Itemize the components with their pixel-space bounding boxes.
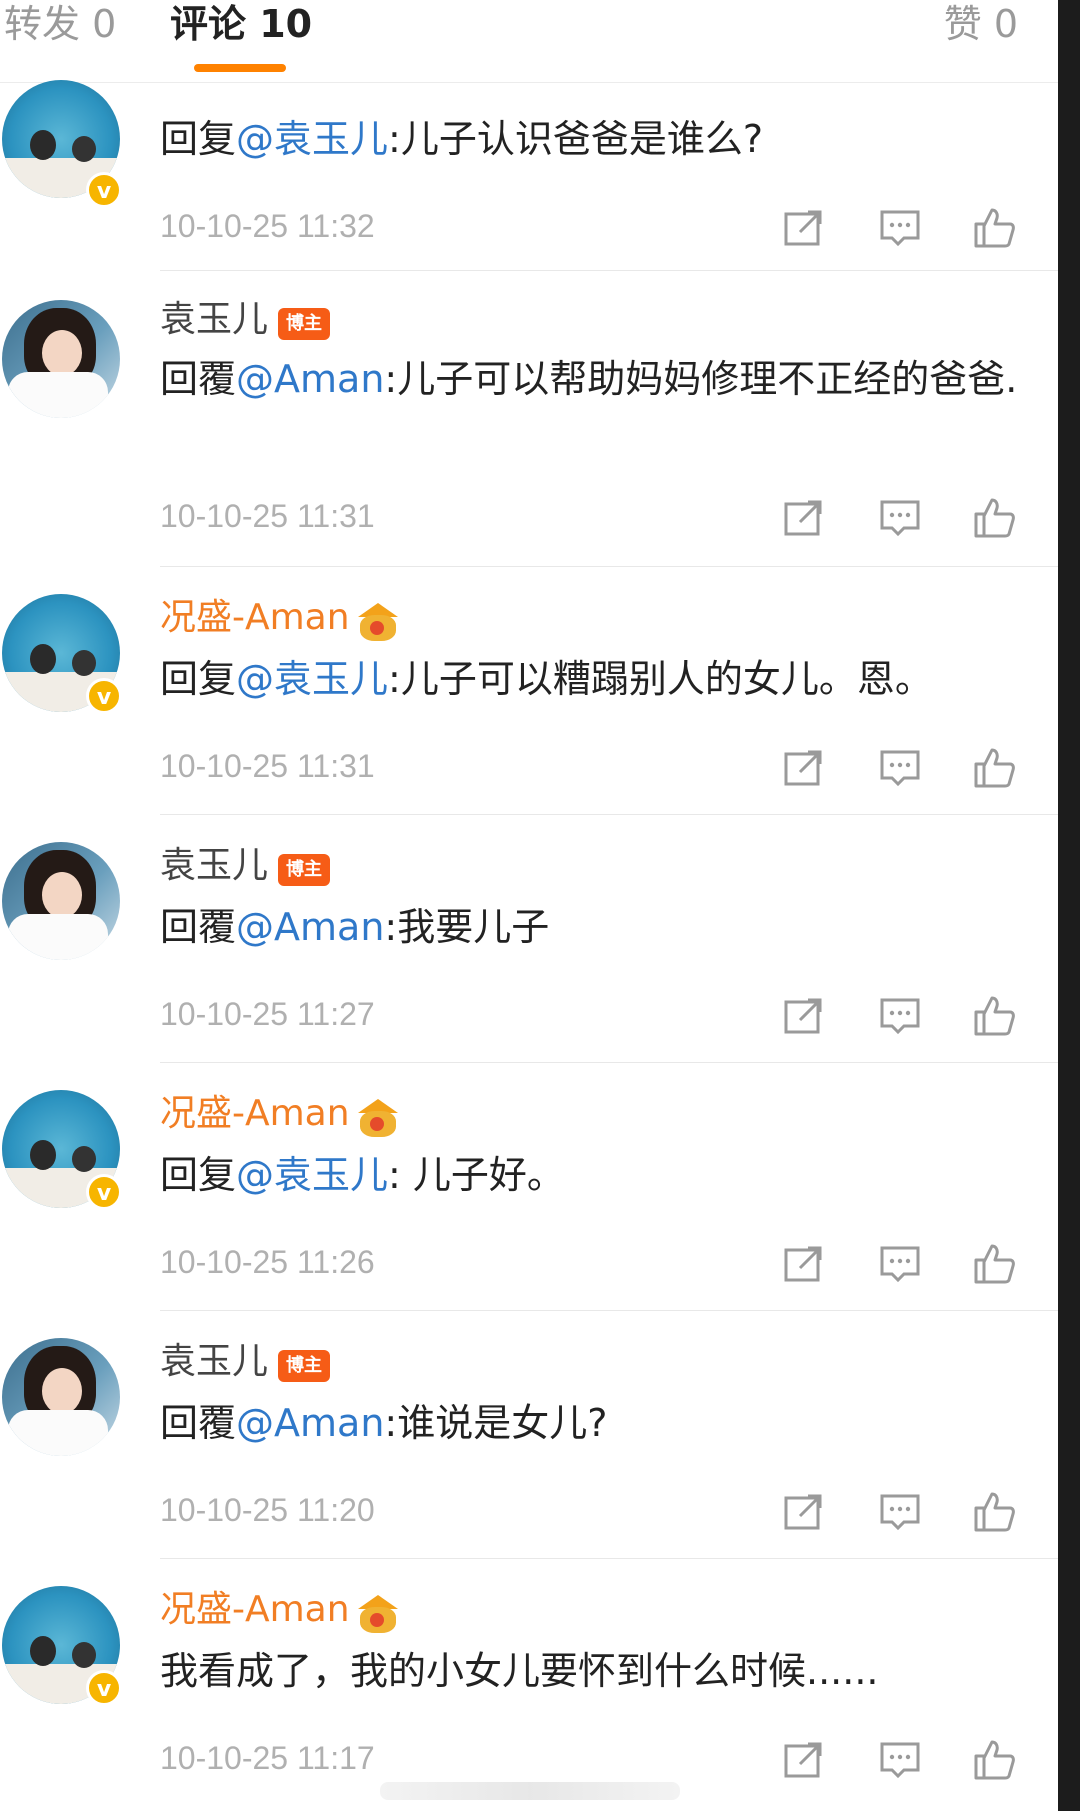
thumbs-up-icon[interactable] bbox=[972, 496, 1016, 540]
comment-author: 袁玉儿 博主 bbox=[160, 842, 331, 890]
share-icon[interactable] bbox=[782, 994, 826, 1038]
comment-author: 袁玉儿 博主 bbox=[160, 296, 331, 344]
username[interactable]: 袁玉儿 bbox=[160, 1341, 268, 1382]
timestamp: 10-10-25 11:17 bbox=[160, 1740, 375, 1776]
comment-meta: 10-10-25 11:26 bbox=[160, 1242, 1040, 1284]
avatar[interactable] bbox=[2, 300, 120, 418]
comment-text: 回覆@Aman:我要儿子 bbox=[160, 896, 1040, 958]
comment-body: :儿子认识爸爸是谁么? bbox=[388, 117, 764, 161]
mention-link[interactable]: @Aman bbox=[236, 905, 384, 949]
timestamp: 10-10-25 11:32 bbox=[160, 208, 375, 244]
share-icon[interactable] bbox=[782, 1490, 826, 1534]
crown-icon bbox=[357, 1098, 398, 1137]
comment-author: 况盛-Aman bbox=[160, 1586, 398, 1634]
thumbs-up-icon[interactable] bbox=[972, 1738, 1016, 1782]
comment-icon[interactable] bbox=[878, 1738, 922, 1782]
share-icon[interactable] bbox=[782, 1242, 826, 1286]
comment-icon[interactable] bbox=[878, 994, 922, 1038]
thumbs-up-icon[interactable] bbox=[972, 1242, 1016, 1286]
mention-link[interactable]: @袁玉儿 bbox=[236, 117, 388, 161]
divider bbox=[160, 814, 1058, 815]
thumbs-up-icon[interactable] bbox=[972, 1490, 1016, 1534]
username[interactable]: 况盛-Aman bbox=[160, 1589, 350, 1630]
username[interactable]: 况盛-Aman bbox=[160, 1093, 350, 1134]
timestamp: 10-10-25 11:31 bbox=[160, 748, 375, 784]
comment-body: : 儿子好。 bbox=[388, 1153, 565, 1197]
host-badge: 博主 bbox=[278, 853, 331, 886]
username[interactable]: 袁玉儿 bbox=[160, 299, 268, 340]
comment-icon[interactable] bbox=[878, 1490, 922, 1534]
comment-text: 回复@袁玉儿:儿子可以糟蹋别人的女儿。恩。 bbox=[160, 648, 1040, 710]
divider bbox=[160, 566, 1058, 567]
comment-text: 回覆@Aman:谁说是女儿? bbox=[160, 1392, 1040, 1454]
tab-comments[interactable]: 评论 10 bbox=[170, 0, 312, 48]
comment-icon[interactable] bbox=[878, 746, 922, 790]
comment-author: 况盛-Aman bbox=[160, 1090, 398, 1138]
comment-author: 袁玉儿 博主 bbox=[160, 1338, 331, 1386]
comment-meta: 10-10-25 11:17 bbox=[160, 1738, 1040, 1780]
comment-meta: 10-10-25 11:31 bbox=[160, 496, 1040, 538]
comment-author: 况盛-Aman bbox=[160, 594, 398, 642]
thumbs-up-icon[interactable] bbox=[972, 994, 1016, 1038]
share-icon[interactable] bbox=[782, 206, 826, 250]
verified-icon: v bbox=[86, 1174, 122, 1210]
username[interactable]: 袁玉儿 bbox=[160, 845, 268, 886]
reply-prefix: 回复 bbox=[160, 657, 237, 701]
reply-prefix: 回复 bbox=[160, 1153, 237, 1197]
comment-meta: 10-10-25 11:32 bbox=[160, 206, 1040, 248]
comment-body: :谁说是女儿? bbox=[384, 1401, 608, 1445]
verified-icon: v bbox=[86, 678, 122, 714]
reply-prefix: 回复 bbox=[160, 117, 237, 161]
comment-text: 回复@袁玉儿:儿子认识爸爸是谁么? bbox=[160, 108, 1040, 170]
host-badge: 博主 bbox=[278, 307, 331, 340]
tab-likes[interactable]: 赞 0 bbox=[944, 0, 1018, 48]
comment-text: 回复@袁玉儿: 儿子好。 bbox=[160, 1144, 1040, 1206]
avatar[interactable] bbox=[2, 1338, 120, 1456]
comment-body: :儿子可以糟蹋别人的女儿。恩。 bbox=[388, 657, 933, 701]
thumbs-up-icon[interactable] bbox=[972, 746, 1016, 790]
timestamp: 10-10-25 11:27 bbox=[160, 996, 375, 1032]
timestamp: 10-10-25 11:31 bbox=[160, 498, 375, 534]
thumbs-up-icon[interactable] bbox=[972, 206, 1016, 250]
divider bbox=[160, 1062, 1058, 1063]
tab-active-indicator bbox=[194, 64, 286, 72]
watermark-strip bbox=[380, 1782, 680, 1800]
crown-icon bbox=[357, 602, 398, 641]
comment-meta: 10-10-25 11:20 bbox=[160, 1490, 1040, 1532]
divider bbox=[160, 1310, 1058, 1311]
reply-prefix: 回覆 bbox=[160, 1401, 237, 1445]
screen-edge bbox=[1058, 0, 1080, 1811]
comment-icon[interactable] bbox=[878, 1242, 922, 1286]
comment-icon[interactable] bbox=[878, 206, 922, 250]
comment-text: 回覆@Aman:儿子可以帮助妈妈修理不正经的爸爸. bbox=[160, 348, 1040, 410]
timestamp: 10-10-25 11:26 bbox=[160, 1244, 375, 1280]
comment-icon[interactable] bbox=[878, 496, 922, 540]
timestamp: 10-10-25 11:20 bbox=[160, 1492, 375, 1528]
comment-body: :儿子可以帮助妈妈修理不正经的爸爸. bbox=[384, 357, 1018, 401]
mention-link[interactable]: @袁玉儿 bbox=[236, 1153, 388, 1197]
share-icon[interactable] bbox=[782, 746, 826, 790]
username[interactable]: 况盛-Aman bbox=[160, 597, 350, 638]
crown-icon bbox=[357, 1594, 398, 1633]
divider bbox=[160, 1558, 1058, 1559]
mention-link[interactable]: @袁玉儿 bbox=[236, 657, 388, 701]
reply-prefix: 回覆 bbox=[160, 905, 237, 949]
avatar[interactable] bbox=[2, 842, 120, 960]
comment-text: 我看成了，我的小女儿要怀到什么时候...... bbox=[160, 1640, 1040, 1702]
divider bbox=[160, 270, 1058, 271]
comment-body: :我要儿子 bbox=[384, 905, 550, 949]
comment-meta: 10-10-25 11:31 bbox=[160, 746, 1040, 788]
verified-icon: v bbox=[86, 1670, 122, 1706]
verified-icon: v bbox=[86, 172, 122, 208]
share-icon[interactable] bbox=[782, 496, 826, 540]
share-icon[interactable] bbox=[782, 1738, 826, 1782]
tab-bar: 转发 0 评论 10 赞 0 bbox=[0, 0, 1058, 83]
host-badge: 博主 bbox=[278, 1349, 331, 1382]
mention-link[interactable]: @Aman bbox=[236, 1401, 384, 1445]
mention-link[interactable]: @Aman bbox=[236, 357, 384, 401]
comment-meta: 10-10-25 11:27 bbox=[160, 994, 1040, 1036]
reply-prefix: 回覆 bbox=[160, 357, 237, 401]
comment-body: 我看成了，我的小女儿要怀到什么时候...... bbox=[160, 1649, 879, 1693]
tab-reposts[interactable]: 转发 0 bbox=[4, 0, 116, 48]
